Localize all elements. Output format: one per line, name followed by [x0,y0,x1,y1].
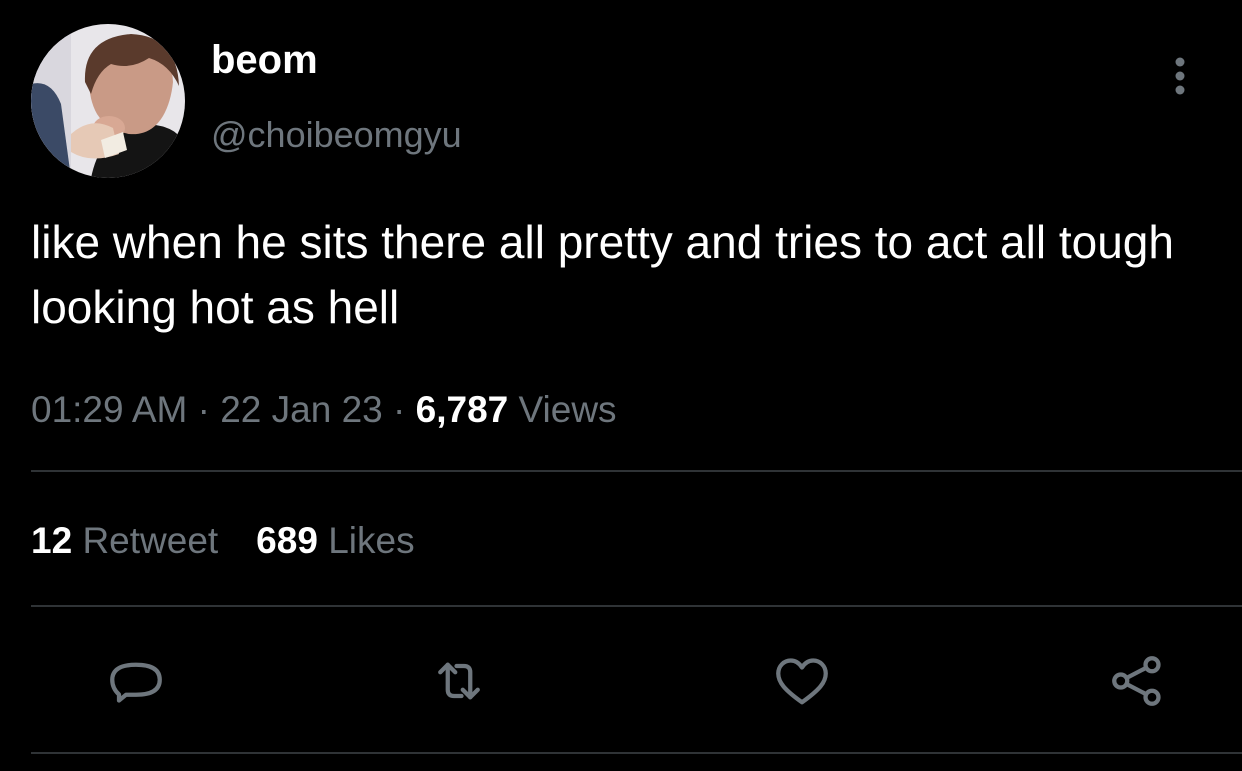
retweets-stat[interactable]: 12 Retweet [31,521,218,561]
retweet-button[interactable] [428,650,490,712]
views-label: Views [518,389,617,430]
reply-button[interactable] [105,650,167,712]
reply-icon [110,662,162,703]
share-icon [1112,656,1161,706]
retweet-icon [438,662,480,700]
tweet-stats: 12 Retweet 689 Likes [31,521,415,561]
meta-separator: · [187,389,221,430]
likes-label: Likes [328,520,415,561]
views-count: 6,787 [415,389,509,430]
avatar-photo [31,24,185,178]
meta-separator: · [382,389,416,430]
divider [31,605,1242,607]
author-display-name[interactable]: beom [211,40,318,80]
more-options-icon[interactable] [1162,54,1198,98]
author-handle[interactable]: @choibeomgyu [211,117,462,153]
divider [31,470,1242,472]
like-icon [776,658,828,705]
divider [31,752,1242,754]
tweet-time[interactable]: 01:29 AM [31,389,187,430]
tweet-date[interactable]: 22 Jan 23 [220,389,383,430]
avatar[interactable] [31,24,185,178]
retweets-label: Retweet [82,520,219,561]
share-button[interactable] [1106,650,1168,712]
tweet-text: like when he sits there all pretty and t… [31,216,1174,333]
tweet-meta: 01:29 AM · 22 Jan 23 · 6,787 Views [31,390,617,430]
likes-stat[interactable]: 689 Likes [256,521,414,561]
like-button[interactable] [771,650,833,712]
likes-count: 689 [256,520,318,561]
retweets-count: 12 [31,520,73,561]
